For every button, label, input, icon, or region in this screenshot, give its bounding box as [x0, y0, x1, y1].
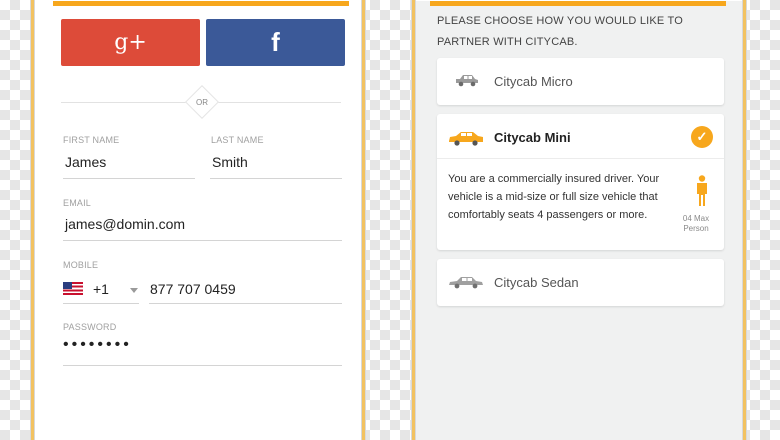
facebook-icon: f — [271, 27, 280, 57]
person-icon — [697, 175, 707, 206]
password-field[interactable]: •••••••• — [63, 336, 132, 354]
email-label: EMAIL — [63, 198, 92, 208]
phone-frame-edge — [31, 0, 34, 440]
phone-frame-edge — [743, 0, 746, 440]
flag-us-icon[interactable] — [63, 282, 83, 295]
phone-signup: g+ f OR FIRST NAME James LAST NAME Smith… — [31, 0, 365, 440]
email-underline — [63, 240, 342, 241]
capacity-label: 04 Max Person — [682, 214, 710, 233]
option-title-sedan: Citycab Sedan — [494, 275, 579, 290]
phone-partner-select: PLEASE CHOOSE HOW YOU WOULD LIKE TO PART… — [412, 0, 746, 440]
phone-frame-edge — [412, 0, 415, 440]
option-card-sedan[interactable]: Citycab Sedan — [437, 259, 724, 306]
card-divider — [437, 158, 724, 159]
country-code-select[interactable]: +1 — [93, 281, 109, 297]
car-icon — [449, 132, 483, 146]
mobile-number-underline — [149, 303, 342, 304]
option-card-mini[interactable]: Citycab Mini ✓ You are a commercially in… — [437, 114, 724, 250]
check-icon: ✓ — [691, 126, 713, 148]
car-icon — [456, 75, 478, 87]
google-plus-icon: g+ — [114, 30, 147, 55]
mobile-number-field[interactable]: 877 707 0459 — [150, 281, 236, 297]
separator-text: OR — [196, 98, 208, 107]
facebook-button[interactable]: f — [206, 19, 345, 66]
signup-screen: g+ f OR FIRST NAME James LAST NAME Smith… — [35, 1, 361, 440]
last-name-label: LAST NAME — [211, 135, 264, 145]
chevron-down-icon[interactable] — [130, 288, 138, 293]
google-plus-button[interactable]: g+ — [61, 19, 200, 66]
last-name-underline — [210, 178, 342, 179]
header-accent-bar — [430, 1, 726, 6]
car-icon — [449, 277, 483, 289]
phone-frame-edge — [362, 0, 365, 440]
option-title-mini: Citycab Mini — [494, 130, 571, 145]
last-name-field[interactable]: Smith — [212, 154, 248, 170]
password-underline — [63, 365, 342, 366]
partner-screen: PLEASE CHOOSE HOW YOU WOULD LIKE TO PART… — [416, 1, 742, 440]
country-code-underline — [63, 303, 139, 304]
password-label: PASSWORD — [63, 322, 117, 332]
mobile-label: MOBILE — [63, 260, 99, 270]
header-accent-bar — [53, 1, 349, 6]
option-description-mini: You are a commercially insured driver. Y… — [448, 173, 660, 221]
first-name-field[interactable]: James — [65, 154, 106, 170]
first-name-underline — [63, 178, 195, 179]
option-card-micro[interactable]: Citycab Micro — [437, 58, 724, 105]
option-title-micro: Citycab Micro — [494, 74, 573, 89]
email-field[interactable]: james@domin.com — [65, 216, 185, 232]
first-name-label: FIRST NAME — [63, 135, 120, 145]
partner-prompt: PLEASE CHOOSE HOW YOU WOULD LIKE TO PART… — [437, 15, 684, 48]
